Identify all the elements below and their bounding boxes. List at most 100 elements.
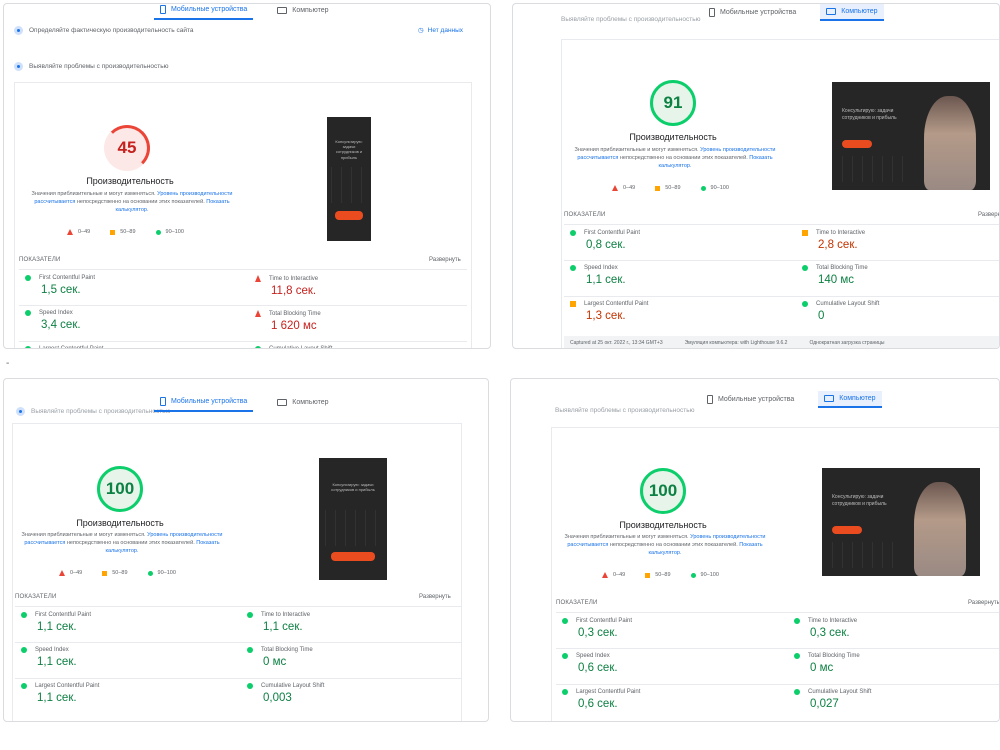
screenshot-person-image	[924, 96, 976, 190]
screenshot-cta	[335, 211, 363, 220]
metric-tbt: Total Blocking Time 0 мс	[247, 647, 447, 668]
metric-fcp: First Contentful Paint 1,1 сек.	[21, 612, 221, 633]
page-screenshot-desktop: Консультирую: задачи сотрудников и прибы…	[822, 468, 980, 576]
metric-si: Speed Index 3,4 сек.	[25, 310, 225, 331]
lab-data-row: Выявляйте проблемы с производительностью	[555, 407, 695, 414]
lab-data-row: Выявляйте проблемы с производительностью	[561, 16, 701, 23]
people-icon	[14, 26, 23, 35]
laptop-icon	[824, 395, 835, 402]
metric-lcp: Largest Contentful Paint	[25, 346, 225, 348]
metric-si: Speed Index 1,1 сек.	[21, 647, 221, 668]
expand-toggle[interactable]: Развернуть	[429, 257, 461, 263]
pass-circle-icon	[794, 618, 800, 624]
average-square-icon	[645, 572, 651, 578]
fail-triangle-icon	[67, 229, 73, 235]
tab-mobile[interactable]: Мобильные устройства	[701, 391, 800, 408]
pass-circle-icon	[255, 346, 261, 348]
metric-tbt: Total Blocking Time 0 мс	[794, 653, 994, 674]
metric-si: Speed Index 0,6 сек.	[562, 653, 762, 674]
expand-toggle[interactable]: Развернуть	[968, 600, 999, 606]
tab-desktop[interactable]: Компьютер	[818, 391, 882, 408]
phone-icon	[709, 8, 715, 17]
separator-dash: -	[6, 358, 10, 369]
tab-mobile[interactable]: Мобильные устройства	[154, 4, 254, 20]
metric-fcp: First Contentful Paint 0,3 сек.	[562, 618, 762, 639]
device-tabs: Мобильные устройства Компьютер	[701, 391, 882, 408]
laptop-icon	[826, 8, 837, 15]
metric-tbt: Total Blocking Time 1 620 мс	[255, 310, 455, 332]
lab-card: 100 Производительность Значения приблизи…	[12, 423, 462, 721]
field-data-row: Определяйте фактическую производительнос…	[14, 26, 193, 35]
pass-circle-icon	[247, 612, 253, 618]
screenshot-heading: Консультирую: задачи сотрудников и прибы…	[331, 482, 375, 493]
tab-mobile[interactable]: Мобильные устройства	[154, 393, 254, 412]
lab-card: 91 Производительность Значения приблизит…	[561, 39, 999, 348]
average-square-icon	[102, 570, 108, 576]
metric-tbt: Total Blocking Time 140 мс	[802, 265, 999, 286]
score-legend: 0–49 50–89 90–100	[59, 570, 176, 576]
load-info: Однократная загрузка страницы	[809, 340, 885, 346]
pass-circle-icon	[570, 265, 576, 271]
capture-time: Captured at 25 окт. 2022 г., 13:34 GMT+3	[570, 340, 663, 346]
phone-icon	[160, 397, 166, 406]
pass-circle-icon	[802, 265, 808, 271]
metrics-heading: ПОКАЗАТЕЛИ	[19, 257, 61, 263]
performance-gauge: 91	[650, 80, 696, 126]
metrics-heading: ПОКАЗАТЕЛИ	[15, 594, 57, 600]
score-legend: 0–49 50–89 90–100	[602, 572, 719, 578]
lab-icon	[16, 407, 25, 416]
tab-desktop[interactable]: Компьютер	[271, 393, 334, 412]
screenshot-heading: Консультирую: задачи сотрудников и прибы…	[842, 108, 897, 121]
fail-triangle-icon	[602, 572, 608, 578]
metric-tti: Time to Interactive 2,8 сек.	[802, 230, 999, 251]
fail-triangle-icon	[59, 570, 65, 576]
metric-lcp: Largest Contentful Paint 1,1 сек.	[21, 683, 221, 704]
screenshot-heading: Консультирую: задачи сотрудников и прибы…	[335, 139, 363, 160]
performance-label: Производительность	[619, 520, 707, 530]
pass-circle-icon	[247, 647, 253, 653]
report-panel-mobile-100: Выявляйте проблемы с производительностью…	[3, 378, 489, 722]
phone-icon	[707, 395, 713, 404]
pass-circle-icon	[147, 570, 153, 576]
performance-gauge: 100	[97, 466, 143, 512]
average-square-icon	[570, 301, 576, 307]
average-square-icon	[110, 229, 116, 235]
metric-cls: Cumulative Layout Shift	[255, 346, 455, 348]
pass-circle-icon	[21, 683, 27, 689]
pass-circle-icon	[562, 689, 568, 695]
report-panel-desktop-100: Выявляйте проблемы с производительностью…	[510, 378, 1000, 722]
pass-circle-icon	[25, 310, 31, 316]
screenshot-cta	[842, 140, 872, 148]
performance-gauge: 45	[104, 125, 150, 171]
metrics-heading: ПОКАЗАТЕЛИ	[564, 212, 606, 218]
score-legend: 0–49 50–89 90–100	[67, 229, 184, 235]
device-tabs: Мобильные устройства Компьютер	[703, 4, 884, 21]
metric-tti: Time to Interactive 11,8 сек.	[255, 275, 455, 297]
report-footer: Captured at 25 окт. 2022 г., 13:34 GMT+3…	[564, 336, 999, 348]
average-square-icon	[802, 230, 808, 236]
tab-desktop[interactable]: Компьютер	[271, 4, 334, 20]
fail-triangle-icon	[612, 185, 618, 191]
metrics-heading: ПОКАЗАТЕЛИ	[556, 600, 598, 606]
tab-desktop[interactable]: Компьютер	[820, 4, 884, 21]
metric-lcp: Largest Contentful Paint 0,6 сек.	[562, 689, 762, 710]
page-screenshot-desktop: Консультирую: задачи сотрудников и прибы…	[832, 82, 990, 190]
device-tabs: Мобильные устройства Компьютер	[154, 393, 335, 412]
no-data-link[interactable]: ◷ Нет данных	[418, 26, 463, 35]
metric-fcp: First Contentful Paint 1,5 сек.	[25, 275, 225, 296]
tab-mobile[interactable]: Мобильные устройства	[703, 4, 802, 21]
laptop-icon	[277, 399, 288, 406]
pass-circle-icon	[25, 275, 31, 281]
performance-label: Производительность	[86, 176, 174, 186]
expand-toggle[interactable]: Развернуть	[978, 212, 999, 218]
score-description: Значения приблизительные и могут изменят…	[564, 534, 766, 556]
metric-tti: Time to Interactive 0,3 сек.	[794, 618, 994, 639]
pass-circle-icon	[247, 683, 253, 689]
pass-circle-icon	[21, 647, 27, 653]
metric-fcp: First Contentful Paint 0,8 сек.	[570, 230, 770, 251]
expand-toggle[interactable]: Развернуть	[419, 594, 451, 600]
screenshot-cta	[832, 526, 862, 534]
performance-label: Производительность	[76, 518, 164, 528]
screenshot-person-image	[914, 482, 966, 576]
laptop-icon	[277, 7, 288, 14]
